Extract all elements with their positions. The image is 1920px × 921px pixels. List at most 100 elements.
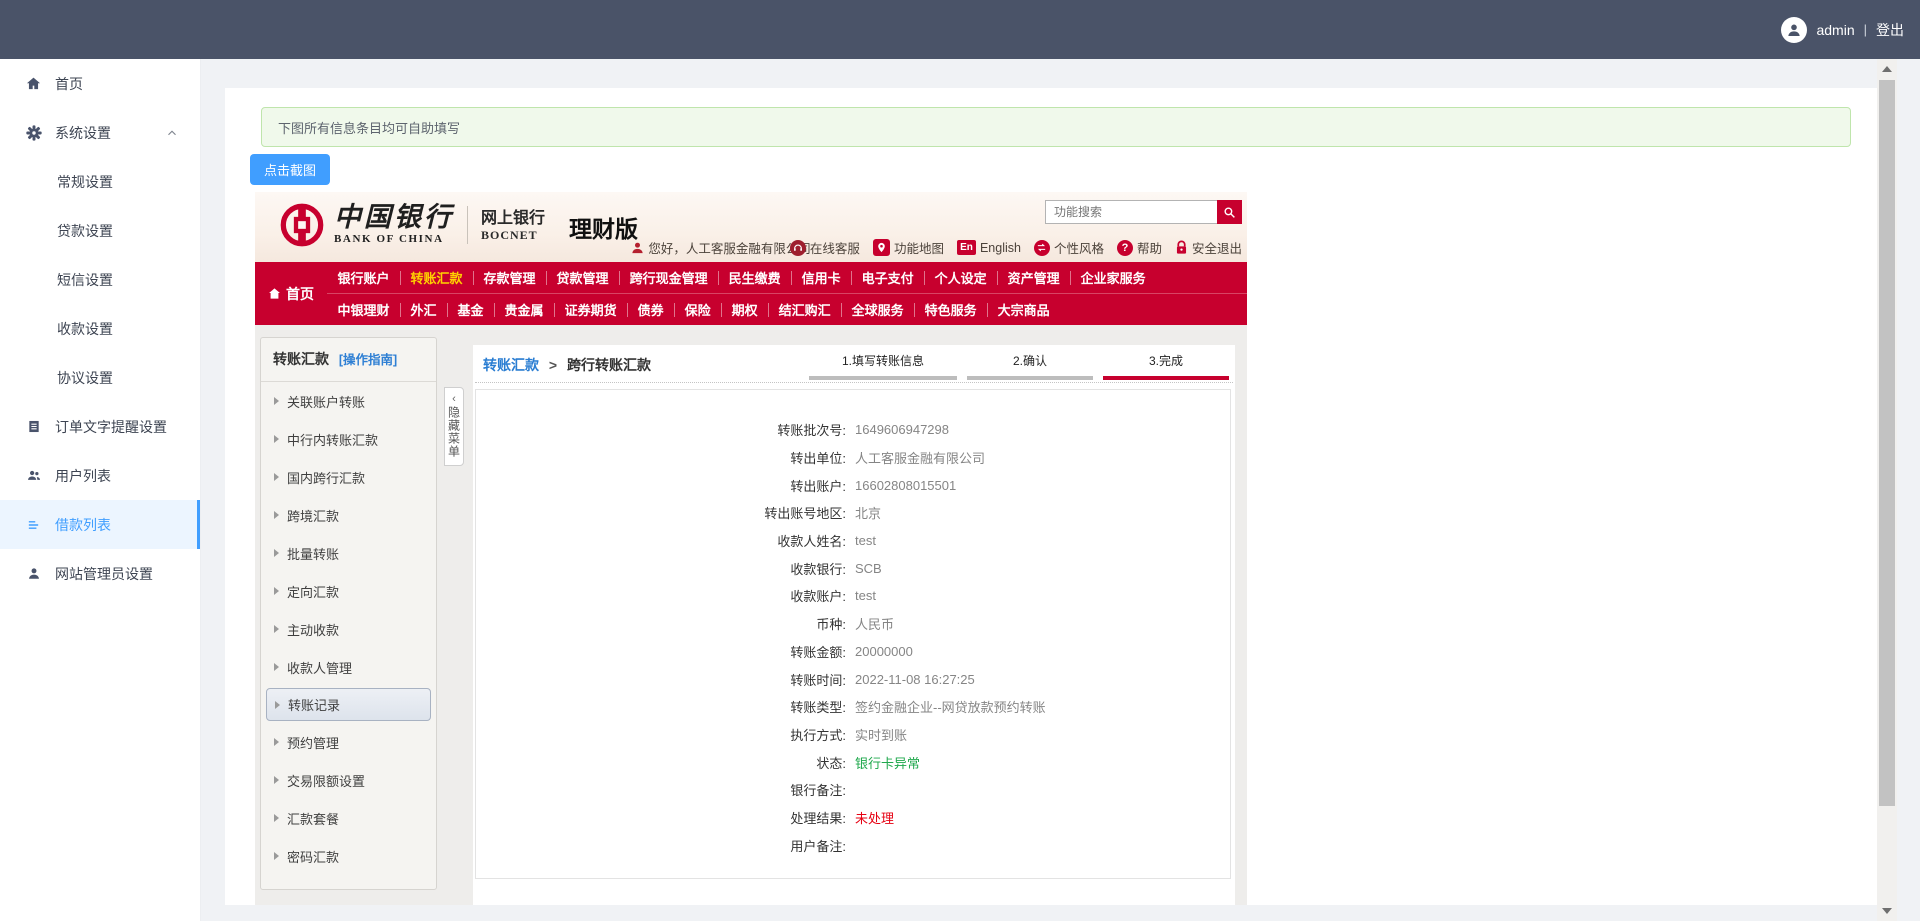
sidebar-item-loan-settings[interactable]: 贷款设置 [0, 206, 200, 255]
sidebar-item-label: 协议设置 [57, 369, 113, 386]
triangle-right-icon [274, 852, 279, 860]
field-label: 转账批次号: [777, 423, 846, 439]
bank-menu-item[interactable]: 主动收款 [261, 610, 436, 648]
nav-item[interactable]: 大宗商品 [987, 300, 1060, 319]
nav-item[interactable]: 民生缴费 [718, 268, 791, 287]
search-input[interactable] [1045, 200, 1217, 224]
nav-item[interactable]: 期权 [721, 300, 768, 319]
field-value: test [855, 588, 876, 604]
bank-menu-item[interactable]: 关联账户转账 [261, 382, 436, 420]
search-icon [1224, 206, 1235, 218]
nav-item[interactable]: 外汇 [400, 300, 447, 319]
bank-top-menu: 您好，人工客服金融有限公司 在线客服 功能地图 En English 个性风格 … [631, 238, 1242, 257]
hide-menu-tab[interactable]: ‹ 隐藏菜单 [444, 387, 464, 466]
gear-icon [25, 124, 42, 141]
nav-item[interactable]: 资产管理 [997, 268, 1070, 287]
sidebar-item-loan-list[interactable]: 借款列表 [0, 500, 200, 549]
bank-nav-home-label: 首页 [286, 285, 314, 302]
scroll-up-button[interactable] [1877, 61, 1897, 77]
sidebar-item-home[interactable]: 首页 [0, 59, 200, 108]
nav-item[interactable]: 证券期货 [554, 300, 627, 319]
sidebar-item-label: 借款列表 [55, 516, 111, 533]
nav-item[interactable]: 跨行现金管理 [619, 268, 718, 287]
field-label: 币种: [816, 617, 846, 633]
field-value: SCB [855, 560, 882, 576]
nav-item-active[interactable]: 转账汇款 [400, 268, 473, 287]
sidebar-item-user-list[interactable]: 用户列表 [0, 451, 200, 500]
scrollbar-thumb[interactable] [1879, 80, 1895, 806]
bank-nav-home[interactable]: 首页 [255, 262, 327, 325]
bank-menu-item[interactable]: 预约管理 [261, 723, 436, 761]
edition-label: 理财版 [569, 216, 639, 242]
bank-nav-rows: 银行账户 转账汇款 存款管理 贷款管理 跨行现金管理 民生缴费 信用卡 电子支付… [327, 262, 1247, 325]
bank-content-panel: 转账汇款 > 跨行转账汇款 1.填写转账信息 2.确认 3.完成 转账批次号: 1… [473, 345, 1235, 905]
user-avatar[interactable] [1781, 16, 1808, 43]
nav-item[interactable]: 企业家服务 [1070, 268, 1156, 287]
nav-item[interactable]: 全球服务 [841, 300, 914, 319]
bank-menu-item[interactable]: 收款人管理 [261, 648, 436, 686]
scroll-down-button[interactable] [1877, 903, 1897, 919]
nav-item[interactable]: 特色服务 [914, 300, 987, 319]
sidebar-item-sms-settings[interactable]: 短信设置 [0, 255, 200, 304]
nav-item[interactable]: 存款管理 [473, 268, 546, 287]
step-indicator: 1.填写转账信息 2.确认 3.完成 [809, 352, 1229, 380]
bank-menu-item[interactable]: 汇款套餐 [261, 799, 436, 837]
bank-menu-label: 定向汇款 [287, 584, 340, 600]
location-pin-icon [872, 239, 890, 256]
bank-menu-label: 中行内转账汇款 [287, 432, 379, 448]
breadcrumb-section[interactable]: 转账汇款 [483, 357, 539, 373]
nav-item[interactable]: 个人设定 [924, 268, 997, 287]
field-value-status: 银行卡异常 [855, 755, 921, 771]
triangle-right-icon [274, 397, 279, 405]
function-map-link[interactable]: 功能地图 [872, 238, 944, 257]
nav-item[interactable]: 结汇购汇 [768, 300, 841, 319]
bank-body: 转账汇款 [操作指南] 关联账户转账 中行内转账汇款 国内跨行汇款 跨境汇款 批… [255, 325, 1247, 905]
logout-link[interactable]: 登出 [1876, 20, 1904, 40]
sidebar-item-label: 短信设置 [57, 271, 113, 288]
sidebar-item-payment-settings[interactable]: 收款设置 [0, 304, 200, 353]
vertical-scrollbar[interactable] [1877, 59, 1897, 921]
bank-menu-item[interactable]: 密码汇款 [261, 837, 436, 875]
help-link[interactable]: ? 帮助 [1116, 238, 1162, 257]
nav-item[interactable]: 债券 [627, 300, 674, 319]
field-value: test [855, 533, 876, 549]
sidebar-item-site-admin-settings[interactable]: 网站管理员设置 [0, 549, 200, 598]
secure-logout-link[interactable]: 安全退出 [1175, 238, 1242, 257]
online-service-link[interactable]: 在线客服 [789, 238, 860, 257]
bank-menu-item[interactable]: 中行内转账汇款 [261, 420, 436, 458]
nav-item[interactable]: 基金 [447, 300, 494, 319]
nav-item[interactable]: 中银理财 [327, 300, 400, 319]
nav-item[interactable]: 电子支付 [851, 268, 924, 287]
english-link[interactable]: En English [956, 240, 1021, 255]
bank-menu-item[interactable]: 批量转账 [261, 534, 436, 572]
screenshot-button[interactable]: 点击截图 [250, 154, 330, 185]
bank-menu-item[interactable]: 定向汇款 [261, 572, 436, 610]
nav-item[interactable]: 信用卡 [791, 268, 851, 287]
sidebar-item-order-text-settings[interactable]: 订单文字提醒设置 [0, 402, 200, 451]
search-button[interactable] [1217, 200, 1242, 224]
style-label: 个性风格 [1053, 242, 1104, 256]
operation-guide-link[interactable]: [操作指南] [339, 353, 397, 367]
sidebar-item-system-settings[interactable]: 系统设置 [0, 108, 200, 157]
bank-menu-item[interactable]: 国内跨行汇款 [261, 458, 436, 496]
nav-item[interactable]: 保险 [674, 300, 721, 319]
field-value: 16602808015501 [855, 477, 957, 493]
admin-sidebar: 首页 系统设置 常规设置 贷款设置 短信设置 收款设置 协议设置 订单文字提醒设… [0, 59, 201, 921]
nav-item[interactable]: 银行账户 [327, 268, 400, 287]
bank-menu-item-active[interactable]: 转账记录 [266, 688, 431, 721]
hide-menu-label: 隐藏菜单 [446, 406, 461, 458]
bank-header: 中国银行 BANK OF CHINA 网上银行 BOCNET 理财版 功能搜索 … [255, 192, 1247, 262]
form-row: 收款银行: SCB [476, 554, 1230, 582]
nav-item[interactable]: 贵金属 [494, 300, 554, 319]
boc-names: 中国银行 BANK OF CHINA [334, 202, 454, 245]
bank-menu-item[interactable]: 跨境汇款 [261, 496, 436, 534]
triangle-right-icon [274, 663, 279, 671]
bank-menu-item[interactable]: 交易限额设置 [261, 761, 436, 799]
sidebar-item-agreement-settings[interactable]: 协议设置 [0, 353, 200, 402]
nav-item[interactable]: 贷款管理 [546, 268, 619, 287]
breadcrumb: 转账汇款 > 跨行转账汇款 [483, 355, 651, 375]
field-label: 转出账号地区: [764, 506, 846, 522]
style-link[interactable]: 个性风格 [1033, 238, 1104, 257]
sidebar-item-general-settings[interactable]: 常规设置 [0, 157, 200, 206]
form-row: 币种: 人民币 [476, 610, 1230, 638]
